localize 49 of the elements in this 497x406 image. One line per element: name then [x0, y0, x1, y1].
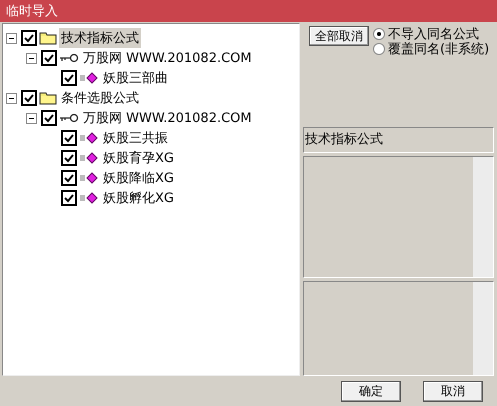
radio-button[interactable]	[373, 42, 385, 54]
tree-item[interactable]: 妖股孵化XG	[101, 188, 176, 208]
diamond-icon	[79, 192, 99, 204]
tree-item[interactable]: 妖股降临XG	[101, 168, 176, 188]
checkmark-icon	[64, 174, 74, 182]
radio-label[interactable]: 覆盖同名(非系统)	[388, 40, 490, 58]
checkmark-icon	[64, 154, 74, 162]
checkbox[interactable]	[61, 70, 77, 86]
checkmark-icon	[24, 94, 34, 102]
checkbox[interactable]	[61, 170, 77, 186]
collapse-icon[interactable]	[26, 112, 37, 124]
window-title: 临时导入	[0, 0, 497, 22]
checkmark-icon	[44, 54, 54, 62]
checkmark-icon	[24, 34, 34, 42]
tree-item[interactable]: 技术指标公式	[59, 28, 141, 48]
clear-all-button[interactable]: 全部取消	[309, 26, 369, 46]
tree-item[interactable]: 妖股三共振	[101, 128, 170, 148]
dialog-button[interactable]: 确定	[341, 381, 401, 402]
diamond-icon	[79, 172, 99, 184]
diamond-icon	[79, 152, 99, 164]
diamond-icon	[79, 72, 99, 84]
key-icon	[59, 53, 79, 63]
checkbox[interactable]	[21, 90, 37, 106]
category-field: 技术指标公式	[303, 126, 494, 154]
checkbox[interactable]	[61, 190, 77, 206]
checkbox[interactable]	[41, 50, 57, 66]
radio-label[interactable]: 不导入同名公式	[388, 24, 479, 42]
tree-item[interactable]: 万股网 WWW.201082.COM	[81, 48, 254, 68]
checkbox[interactable]	[61, 150, 77, 166]
tree-item[interactable]: 万股网 WWW.201082.COM	[81, 108, 254, 128]
tree-item[interactable]: 条件选股公式	[59, 88, 141, 108]
checkmark-icon	[64, 134, 74, 142]
diamond-icon	[79, 132, 99, 144]
dialog-button[interactable]: 取消	[423, 381, 483, 402]
key-icon	[59, 113, 79, 123]
folder-icon	[39, 91, 57, 105]
checkmark-icon	[64, 194, 74, 202]
checkbox[interactable]	[21, 30, 37, 46]
folder-icon	[39, 31, 57, 45]
checkmark-icon	[44, 114, 54, 122]
radio-button[interactable]	[373, 28, 385, 40]
checkbox[interactable]	[61, 130, 77, 146]
tree-item[interactable]: 妖股三部曲	[101, 68, 170, 88]
checkbox[interactable]	[41, 110, 57, 126]
collapse-icon[interactable]	[6, 92, 17, 104]
tree-item[interactable]: 妖股育孕XG	[101, 148, 176, 168]
collapse-icon[interactable]	[26, 52, 37, 64]
collapse-icon[interactable]	[6, 32, 17, 44]
checkmark-icon	[64, 74, 74, 82]
